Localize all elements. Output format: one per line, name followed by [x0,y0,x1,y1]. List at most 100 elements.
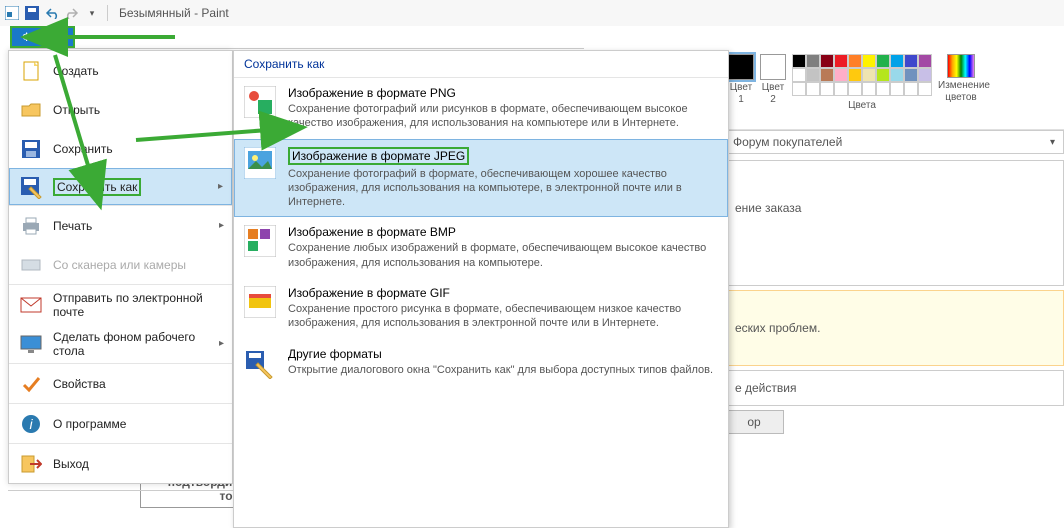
color-swatch[interactable] [820,68,834,82]
bg-actions-row: е действия [724,370,1064,406]
color-swatch[interactable] [792,68,806,82]
color-swatch-empty[interactable] [806,82,820,96]
color-swatch[interactable] [806,68,820,82]
saveas-other[interactable]: Другие форматы Открытие диалогового окна… [234,339,728,387]
scanner-icon [19,253,43,277]
sub-item-desc: Сохранение простого рисунка в формате, о… [288,302,718,331]
color-swatch[interactable] [890,54,904,68]
sub-item-title: Изображение в формате JPEG [288,147,469,165]
color-swatch[interactable] [918,54,932,68]
ribbon-colors-group: Цвет 1 Цвет 2 Цвета Изменение цветов [724,50,1064,130]
sub-item-desc: Открытие диалогового окна "Сохранить как… [288,363,713,377]
color-swatch[interactable] [876,54,890,68]
color-swatch[interactable] [848,68,862,82]
color-swatch[interactable] [834,68,848,82]
color-swatch[interactable] [862,68,876,82]
color-swatch[interactable] [918,68,932,82]
submenu-title: Сохранить как [234,51,728,78]
sub-item-title: Другие форматы [288,347,382,361]
color-swatch[interactable] [792,54,806,68]
menu-label: Открыть [53,103,100,117]
bmp-icon [244,225,276,257]
info-icon: i [19,412,43,436]
menu-label: Создать [53,64,99,78]
sub-item-desc: Сохранение фотографий или рисунков в фор… [288,102,718,131]
about-item[interactable]: i О программе [9,404,232,443]
jpeg-icon [244,147,276,179]
printer-icon [19,214,43,238]
save-as-submenu: Сохранить как Изображение в формате PNG … [233,50,729,528]
sub-item-desc: Сохранение любых изображений в формате, … [288,241,718,270]
background-page: Форум покупателей▾ ение заказа еских про… [724,130,1064,434]
color-swatch[interactable] [862,54,876,68]
color-swatch[interactable] [806,54,820,68]
monitor-icon [19,332,43,356]
exit-icon [19,452,43,476]
color-swatch-empty[interactable] [820,82,834,96]
menu-label: О программе [53,417,126,431]
color-swatch[interactable] [904,68,918,82]
open-item[interactable]: Открыть [9,90,232,129]
file-menu: Создать Открыть Сохранить Сохранить как … [8,50,233,484]
undo-icon[interactable] [44,5,60,21]
wallpaper-item[interactable]: Сделать фоном рабочего стола [9,324,232,363]
exit-item[interactable]: Выход [9,444,232,483]
checkmark-icon [19,372,43,396]
print-item[interactable]: Печать [9,206,232,245]
properties-item[interactable]: Свойства [9,364,232,403]
saveas-png[interactable]: Изображение в формате PNG Сохранение фот… [234,78,728,139]
png-icon [244,86,276,118]
envelope-icon [19,293,43,317]
color-swatch[interactable] [890,68,904,82]
window-title: Безымянный - Paint [119,6,229,20]
color-swatch-empty[interactable] [862,82,876,96]
bg-button[interactable]: ор [724,410,784,434]
save-icon [19,137,43,161]
color1-swatch[interactable]: Цвет 1 [728,54,754,106]
saveas-jpeg[interactable]: Изображение в формате JPEG Сохранение фо… [234,139,728,218]
color-swatch[interactable] [876,68,890,82]
save-icon[interactable] [24,5,40,21]
bg-problem-card: еских проблем. [724,290,1064,366]
sub-item-title: Изображение в формате GIF [288,286,450,300]
saveas-gif[interactable]: Изображение в формате GIF Сохранение про… [234,278,728,339]
create-item[interactable]: Создать [9,51,232,90]
redo-icon[interactable] [64,5,80,21]
menu-label: Сохранить как [53,178,141,196]
save-as-item[interactable]: Сохранить как [9,168,232,205]
app-icon[interactable] [4,5,20,21]
color-swatch-empty[interactable] [792,82,806,96]
color2-swatch[interactable]: Цвет 2 [760,54,786,106]
color-swatch[interactable] [834,54,848,68]
color-swatch[interactable] [848,54,862,68]
color-swatch-empty[interactable] [848,82,862,96]
new-file-icon [19,59,43,83]
titlebar: ▾ Безымянный - Paint [0,0,1064,26]
other-formats-icon [244,347,276,379]
bg-forum-row[interactable]: Форум покупателей▾ [724,130,1064,154]
chevron-down-icon: ▾ [1050,137,1055,148]
color-palette[interactable]: Цвета [792,54,932,111]
quick-access-toolbar: ▾ [4,5,111,21]
color-swatch-empty[interactable] [876,82,890,96]
menu-label: Свойства [53,377,106,391]
qat-dropdown-icon[interactable]: ▾ [84,5,100,21]
menu-label: Выход [53,457,89,471]
color-swatch-empty[interactable] [904,82,918,96]
scanner-item: Со сканера или камеры [9,245,232,284]
file-tab[interactable]: Файл▼ [10,26,75,48]
edit-colors-button[interactable]: Изменение цветов [938,54,984,104]
email-item[interactable]: Отправить по электронной почте [9,285,232,324]
saveas-bmp[interactable]: Изображение в формате BMP Сохранение люб… [234,217,728,278]
color-swatch[interactable] [820,54,834,68]
save-as-icon [19,175,43,199]
color-swatch-empty[interactable] [918,82,932,96]
menu-label: Отправить по электронной почте [53,291,222,319]
sub-item-title: Изображение в формате PNG [288,86,456,100]
bg-order-block: ение заказа [724,160,1064,286]
color-swatch-empty[interactable] [834,82,848,96]
color-swatch[interactable] [904,54,918,68]
color-swatch-empty[interactable] [890,82,904,96]
save-item[interactable]: Сохранить [9,129,232,168]
menu-label: Со сканера или камеры [53,258,186,272]
